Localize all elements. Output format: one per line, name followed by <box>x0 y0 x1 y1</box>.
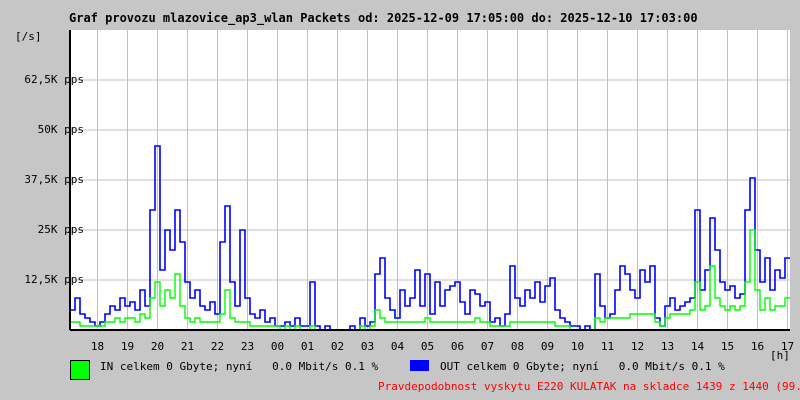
x-tick-label: 13 <box>661 340 674 353</box>
legend-in-swatch <box>70 360 90 380</box>
traffic-graph: Graf provozu mlazovice_ap3_wlan Packets … <box>0 0 800 400</box>
y-tick-label: 62,5K pps <box>24 73 84 86</box>
x-tick-label: 09 <box>541 340 554 353</box>
x-tick-label: 16 <box>751 340 764 353</box>
footer-note: Pravdepodobnost vyskytu E220 KULATAK na … <box>378 380 800 393</box>
plot-area: 18 19 20 21 22 23 00 01 02 03 04 05 06 07 08 09 10 11 12 13… <box>24 30 794 353</box>
y-tick-label: 25K pps <box>38 223 84 236</box>
x-tick-label: 12 <box>631 340 644 353</box>
x-tick-label: 20 <box>151 340 164 353</box>
x-tick-label: 01 <box>301 340 314 353</box>
x-tick-label: 11 <box>601 340 614 353</box>
y-tick-label: 50K pps <box>38 123 84 136</box>
x-tick-label: 07 <box>481 340 494 353</box>
x-tick-label: 00 <box>271 340 284 353</box>
x-tick-label: 04 <box>391 340 405 353</box>
x-tick-label: 19 <box>121 340 134 353</box>
y-tick-label: 37,5K pps <box>24 173 84 186</box>
x-tick-label: 15 <box>721 340 734 353</box>
x-tick-label: 03 <box>361 340 374 353</box>
x-tick-label: 14 <box>691 340 705 353</box>
x-tick-label: 10 <box>571 340 584 353</box>
x-tick-label: 21 <box>181 340 194 353</box>
legend-in-text: IN celkem 0 Gbyte; nyní 0.0 Mbit/s 0.1 % <box>100 360 379 373</box>
legend-out-text: OUT celkem 0 Gbyte; nyní 0.0 Mbit/s 0.1 … <box>440 360 725 373</box>
x-tick-label: 05 <box>421 340 434 353</box>
x-tick-label: 02 <box>331 340 344 353</box>
legend-out-swatch <box>410 360 429 371</box>
x-tick-label: 08 <box>511 340 524 353</box>
x-tick-label: 18 <box>91 340 104 353</box>
x-tick-label: 22 <box>211 340 224 353</box>
x-tick-label: 06 <box>451 340 464 353</box>
y-tick-label: 12,5K pps <box>24 273 84 286</box>
x-axis-unit: [h] <box>770 349 790 362</box>
x-tick-label: 23 <box>241 340 254 353</box>
